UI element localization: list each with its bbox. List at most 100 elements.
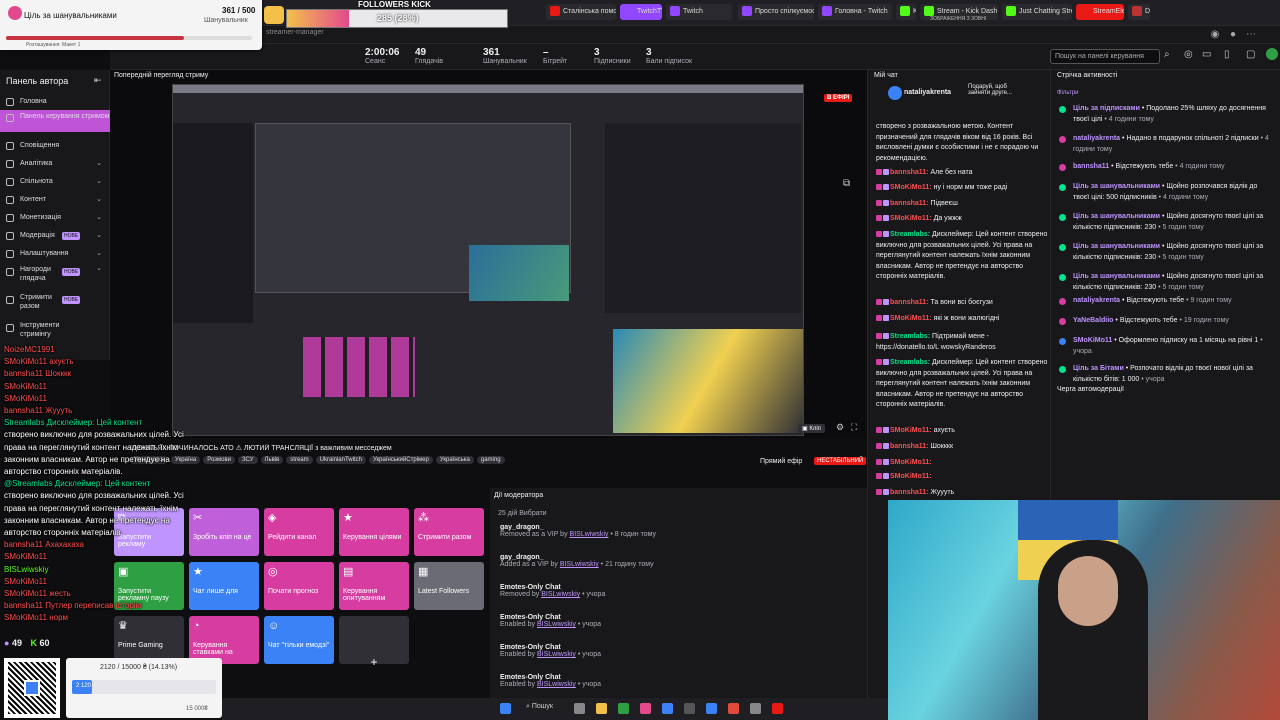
chat-username[interactable]: Streamlabs: (890, 231, 930, 238)
activity-title[interactable]: Ціль за Бітами (1073, 365, 1124, 372)
app-icon[interactable] (706, 703, 717, 714)
mod-action-user[interactable]: Emotes-Only Chat (500, 674, 860, 681)
stream-tag[interactable]: gaming (476, 456, 505, 464)
stream-video[interactable] (172, 84, 804, 436)
sidebar-item[interactable]: Контент ⌄ (0, 192, 110, 208)
sidebar-item[interactable]: Інструменти стримінгу (0, 320, 110, 340)
mod-action-moderator[interactable]: BISLwiwskiy (537, 681, 576, 688)
mod-action-moderator[interactable]: BISLwiwskiy (537, 651, 576, 658)
start-icon[interactable] (500, 703, 511, 714)
activity-filters[interactable]: Фільтри (1057, 90, 1079, 96)
activity-title[interactable]: Ціль за шанувальниками (1073, 273, 1160, 280)
stream-tag[interactable]: УкраїнськийСтрімер (368, 456, 433, 464)
activity-title[interactable]: nataliyakrenta (1073, 297, 1120, 304)
quick-action-button[interactable]: ☺ Чат "тільки емодзі" (264, 616, 334, 664)
avatar[interactable] (1266, 48, 1278, 60)
browser-tab[interactable]: Сталінська помста (546, 4, 616, 20)
browser-icon[interactable] (618, 703, 629, 714)
chat-username[interactable]: Streamlabs: (890, 333, 930, 340)
browser-tab[interactable]: TwitchTV (620, 4, 662, 20)
stream-tag[interactable]: ЗСУ (237, 456, 258, 464)
browser-tab[interactable]: Just Chatting Strea (1002, 4, 1072, 20)
mod-action-moderator[interactable]: BISLwiwskiy (570, 531, 609, 538)
settings-icon[interactable]: ⚙ (836, 422, 844, 433)
notifications-icon[interactable]: ▯ (1224, 49, 1230, 60)
task-view-icon[interactable] (574, 703, 585, 714)
help-icon[interactable]: ◎ (1184, 49, 1193, 60)
mod-action-user[interactable]: gay_dragon_ (500, 554, 860, 561)
stream-tag[interactable]: UkrainianTwitch (315, 456, 366, 464)
chat-username[interactable]: SMoKiMo11: (890, 315, 932, 322)
activity-title[interactable]: YaNeBaldiio (1073, 317, 1113, 324)
sidebar-item[interactable]: Нагороди глядача ⌄ НОВЕ (0, 264, 110, 284)
settings-icon[interactable]: ⋯ (1244, 29, 1258, 41)
collapse-icon[interactable]: ⇤ (94, 75, 102, 86)
chat-username[interactable]: SMoKiMo11: (890, 215, 932, 222)
chat-username[interactable]: SMoKiMo11: (890, 184, 932, 191)
app-icon[interactable] (662, 703, 673, 714)
mod-action-user[interactable]: Emotes-Only Chat (500, 644, 860, 651)
mod-action-user[interactable]: gay_dragon_ (500, 524, 860, 531)
quick-action-button[interactable]: ▤ Керування опитуванням (339, 562, 409, 610)
dashboard-search-input[interactable]: Пошук на панелі керування (1050, 49, 1160, 64)
browser-tab[interactable]: KICK (896, 4, 916, 20)
layout-icon[interactable]: ▭ (1202, 49, 1211, 60)
sidebar-item[interactable]: Панель керування стримом (0, 110, 110, 132)
chat-username[interactable]: bannsha11: (890, 489, 929, 496)
quick-action-button[interactable]: ⁂ Стримити разом (414, 508, 484, 556)
automod-queue[interactable]: Черга автомодерації (1057, 386, 1124, 393)
sidebar-item[interactable]: Спільнота ⌄ (0, 174, 110, 190)
chat-username[interactable]: bannsha11: (890, 169, 929, 176)
activity-title[interactable]: Ціль за шанувальниками (1073, 243, 1160, 250)
browser-tab[interactable]: Просто спілкуємося (738, 4, 814, 20)
app-icon[interactable] (684, 703, 695, 714)
chat-username[interactable]: SMoKiMo11: (890, 473, 932, 480)
sidebar-item[interactable]: Аналітика ⌄ (0, 156, 110, 172)
sidebar-item[interactable]: Модерація ⌄ НОВЕ (0, 228, 110, 244)
sidebar-item[interactable]: Налаштування ⌄ (0, 246, 110, 262)
chat-username[interactable]: bannsha11: (890, 299, 929, 306)
quick-action-button[interactable]: ▦ Latest Followers (414, 562, 484, 610)
chat-username[interactable]: bannsha11: (890, 443, 929, 450)
quick-action-button[interactable]: + (339, 616, 409, 669)
profile-icon[interactable]: ● (1226, 29, 1240, 41)
quick-action-button[interactable]: ◎ Почати прогноз (264, 562, 334, 610)
browser-tab[interactable]: Dota2 (1128, 4, 1150, 20)
sidebar-item[interactable]: Стримити разом НОВЕ (0, 292, 110, 312)
chrome-icon[interactable] (728, 703, 739, 714)
quick-action-button[interactable]: ◈ Рейдити канал (264, 508, 334, 556)
chat-username[interactable]: bannsha11: (890, 200, 929, 207)
chat-username[interactable]: SMoKiMo11: (890, 459, 932, 466)
chat-username[interactable]: SMoKiMo11: (890, 427, 932, 434)
search-icon[interactable]: ⌕ (1164, 49, 1176, 60)
obs-icon[interactable] (772, 703, 783, 714)
sidebar-item[interactable]: Головна (0, 94, 110, 110)
stream-tag[interactable]: stream (286, 456, 313, 464)
app-icon[interactable] (640, 703, 651, 714)
extension-icon[interactable]: ◉ (1208, 29, 1222, 41)
activity-title[interactable]: Ціль за шанувальниками (1073, 213, 1160, 220)
taskbar-search[interactable]: ⌕ Пошук (526, 703, 553, 711)
explorer-icon[interactable] (596, 703, 607, 714)
sidebar-item[interactable]: Монетизація ⌄ (0, 210, 110, 226)
activity-title[interactable]: bannsha11 (1073, 163, 1109, 170)
browser-tab[interactable]: Головна - Twitch (818, 4, 892, 20)
settings-icon[interactable] (750, 703, 761, 714)
mod-action-user[interactable]: Emotes-Only Chat (500, 614, 860, 621)
mod-action-moderator[interactable]: BISLwiwskiy (537, 621, 576, 628)
popout-icon[interactable]: ⧉ (843, 178, 850, 189)
mod-action-user[interactable]: Emotes-Only Chat (500, 584, 860, 591)
browser-tab[interactable]: StreamElements (1076, 4, 1124, 20)
activity-title[interactable]: nataliyakrenta (1073, 135, 1120, 142)
mod-action-moderator[interactable]: BISLwiwskiy (560, 561, 599, 568)
sidebar-item[interactable]: Сповіщення (0, 138, 110, 154)
inbox-icon[interactable]: ▢ (1246, 49, 1255, 60)
chat-username[interactable]: Streamlabs: (890, 359, 930, 366)
browser-tab[interactable]: Twitch (666, 4, 732, 20)
clip-button[interactable]: ▣ Кліп (798, 424, 825, 433)
activity-title[interactable]: Ціль за шанувальниками (1073, 183, 1160, 190)
stream-tag[interactable]: Українська (435, 456, 474, 464)
mod-action-moderator[interactable]: BISLwiwskiy (541, 591, 580, 598)
stream-tag[interactable]: Львів (260, 456, 284, 464)
fullscreen-icon[interactable]: ⛶ (851, 422, 857, 433)
